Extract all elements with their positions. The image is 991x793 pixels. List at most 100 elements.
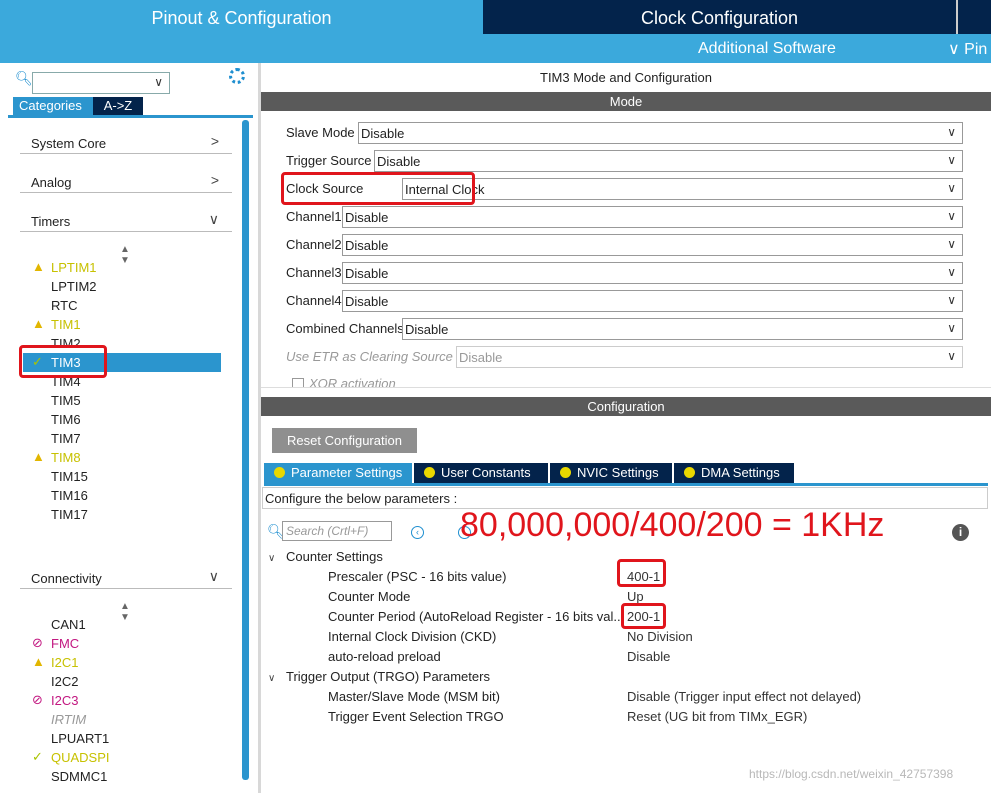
clock-source-dropdown[interactable]: Internal Clock ∨ bbox=[402, 178, 963, 200]
warning-icon: ▲ bbox=[32, 654, 45, 669]
combined-channels-dropdown[interactable]: Disable ∨ bbox=[402, 318, 963, 340]
peripheral-item-tim6[interactable]: TIM6 bbox=[51, 412, 81, 430]
peripheral-item-tim8[interactable]: TIM8 bbox=[51, 450, 81, 468]
peripheral-item-tim7[interactable]: TIM7 bbox=[51, 431, 81, 449]
info-icon[interactable]: i bbox=[952, 524, 969, 541]
category-analog[interactable]: Analog > bbox=[20, 169, 232, 193]
slave-mode-dropdown[interactable]: Disable ∨ bbox=[358, 122, 963, 144]
tab-nvic-settings[interactable]: NVIC Settings bbox=[550, 463, 672, 483]
tab-pinout-configuration[interactable]: Pinout & Configuration bbox=[0, 0, 483, 34]
disabled-icon: ⊘ bbox=[32, 635, 43, 650]
warning-icon: ▲ bbox=[32, 449, 45, 464]
param-name-prescaler-psc-16-bits-value: Prescaler (PSC - 16 bits value) bbox=[328, 569, 507, 584]
tab-user-constants[interactable]: User Constants bbox=[414, 463, 548, 483]
group-counter-settings[interactable]: ∨ Counter Settings bbox=[268, 549, 383, 564]
chevron-down-icon: ∨ bbox=[948, 41, 960, 58]
chevron-right-icon: > bbox=[210, 172, 219, 188]
param-name-counter-mode: Counter Mode bbox=[328, 589, 411, 604]
tab-clock-configuration[interactable]: Clock Configuration bbox=[483, 0, 956, 34]
peripheral-item-sdmmc1[interactable]: SDMMC1 bbox=[51, 769, 107, 787]
dropdown-value: Disable bbox=[405, 322, 449, 337]
param-value[interactable]: Disable (Trigger input effect not delaye… bbox=[627, 689, 861, 704]
trigger-source-dropdown[interactable]: Disable ∨ bbox=[374, 150, 963, 172]
left-scrollbar[interactable] bbox=[242, 120, 249, 780]
tab-dma-settings[interactable]: DMA Settings bbox=[674, 463, 794, 483]
field-label: Combined Channels bbox=[286, 321, 404, 336]
category-timers[interactable]: Timers ∨ bbox=[20, 208, 232, 232]
param-value[interactable]: No Division bbox=[627, 629, 693, 644]
additional-software-link[interactable]: Additional Software bbox=[698, 40, 836, 58]
peripheral-item-quadspi[interactable]: QUADSPI bbox=[51, 750, 110, 768]
chevron-down-icon: ∨ bbox=[947, 237, 956, 251]
channel1-dropdown[interactable]: Disable ∨ bbox=[342, 206, 963, 228]
peripheral-item-tim16[interactable]: TIM16 bbox=[51, 488, 88, 506]
param-value[interactable]: Disable bbox=[627, 649, 670, 664]
peripheral-item-can1[interactable]: CAN1 bbox=[51, 617, 86, 635]
pin-tab-partial[interactable]: ∨ Pin bbox=[948, 39, 987, 59]
peripheral-item-rtc[interactable]: RTC bbox=[51, 298, 77, 316]
group-title: Trigger Output (TRGO) Parameters bbox=[286, 669, 490, 684]
tab-underline bbox=[264, 483, 988, 486]
check-circle-icon bbox=[684, 467, 695, 478]
peripheral-item-lptim1[interactable]: LPTIM1 bbox=[51, 260, 97, 278]
peripheral-item-tim17[interactable]: TIM17 bbox=[51, 507, 88, 525]
chevron-down-icon: ∨ bbox=[268, 553, 276, 564]
chevron-down-icon: ∨ bbox=[947, 125, 956, 139]
scroll-up-arrow-icon[interactable]: ▲ ▼ bbox=[120, 244, 130, 266]
param-value[interactable]: Reset (UG bit from TIMx_EGR) bbox=[627, 709, 807, 724]
peripheral-item-tim1[interactable]: TIM1 bbox=[51, 317, 81, 335]
channel3-dropdown[interactable]: Disable ∨ bbox=[342, 262, 963, 284]
tab-underline bbox=[8, 115, 253, 118]
dropdown-value: Disable bbox=[361, 126, 405, 141]
peripheral-item-lpuart1[interactable]: LPUART1 bbox=[51, 731, 109, 749]
clock-source-highlight-box bbox=[281, 172, 475, 205]
chevron-right-icon: > bbox=[210, 133, 219, 149]
field-combined-channels: Combined Channels Disable ∨ bbox=[286, 318, 963, 340]
peripheral-item-i2c3[interactable]: I2C3 bbox=[51, 693, 78, 711]
dropdown-value: Disable bbox=[459, 350, 503, 365]
group-trigger-output-trgo-parameters[interactable]: ∨ Trigger Output (TRGO) Parameters bbox=[268, 669, 490, 684]
tab-categories[interactable]: Categories bbox=[13, 97, 93, 115]
parameter-search-input[interactable]: Search (Crtl+F) bbox=[282, 521, 392, 541]
category-system-core[interactable]: System Core > bbox=[20, 130, 232, 154]
param-name-counter-period-autoreload-register-16-bi: Counter Period (AutoReload Register - 16… bbox=[328, 609, 625, 624]
param-value[interactable]: Up bbox=[627, 589, 644, 604]
tab-parameter-settings[interactable]: Parameter Settings bbox=[264, 463, 412, 483]
chevron-down-icon: ∨ bbox=[947, 293, 956, 307]
reset-configuration-button[interactable]: Reset Configuration bbox=[272, 428, 417, 453]
frequency-annotation: 80,000,000/400/200 = 1KHz bbox=[460, 506, 885, 544]
peripheral-item-i2c2[interactable]: I2C2 bbox=[51, 674, 78, 692]
chevron-down-icon: ∨ bbox=[947, 209, 956, 223]
check-icon: ✓ bbox=[32, 749, 43, 764]
channel2-dropdown[interactable]: Disable ∨ bbox=[342, 234, 963, 256]
gear-icon[interactable] bbox=[229, 68, 245, 84]
warning-icon: ▲ bbox=[32, 316, 45, 331]
dropdown-value: Disable bbox=[345, 294, 389, 309]
field-use-etr-as-clearing-source: Use ETR as Clearing Source Disable ∨ bbox=[286, 346, 963, 368]
field-label: Trigger Source bbox=[286, 153, 372, 168]
category-connectivity[interactable]: Connectivity ∨ bbox=[20, 565, 232, 589]
section-splitter[interactable] bbox=[261, 387, 991, 397]
tim3-highlight-box bbox=[19, 345, 107, 378]
previous-match-icon[interactable]: ‹ bbox=[411, 526, 424, 539]
field-label: Channel1 bbox=[286, 209, 342, 224]
chevron-down-icon: ∨ bbox=[947, 153, 956, 167]
peripheral-item-tim15[interactable]: TIM15 bbox=[51, 469, 88, 487]
tab-pin-partial[interactable] bbox=[956, 0, 991, 34]
field-channel1: Channel1 Disable ∨ bbox=[286, 206, 963, 228]
peripheral-item-tim5[interactable]: TIM5 bbox=[51, 393, 81, 411]
tab-a-to-z[interactable]: A->Z bbox=[93, 97, 143, 115]
top-tab-bar: Pinout & Configuration Clock Configurati… bbox=[0, 0, 991, 34]
scroll-up-arrow-icon[interactable]: ▲ ▼ bbox=[120, 601, 130, 623]
channel4-dropdown[interactable]: Disable ∨ bbox=[342, 290, 963, 312]
disabled-icon: ⊘ bbox=[32, 692, 43, 707]
chevron-down-icon: ∨ bbox=[208, 211, 219, 227]
peripheral-item-i2c1[interactable]: I2C1 bbox=[51, 655, 78, 673]
check-circle-icon bbox=[560, 467, 571, 478]
peripheral-item-irtim[interactable]: IRTIM bbox=[51, 712, 86, 730]
param-name-auto-reload-preload: auto-reload preload bbox=[328, 649, 441, 664]
peripheral-item-fmc[interactable]: FMC bbox=[51, 636, 79, 654]
group-title: Counter Settings bbox=[286, 549, 383, 564]
component-search-combobox[interactable]: ∨ bbox=[32, 72, 170, 94]
peripheral-item-lptim2[interactable]: LPTIM2 bbox=[51, 279, 97, 297]
